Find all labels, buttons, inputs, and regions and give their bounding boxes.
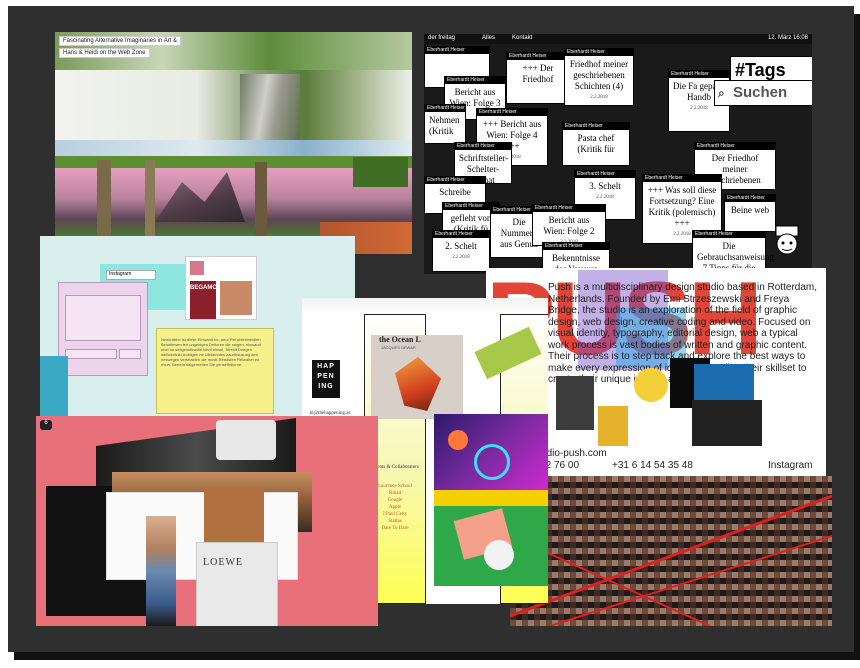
avatar xyxy=(190,261,204,275)
article-card[interactable]: Eberhardt Heiser 2. Schelt 2.2.2018 xyxy=(432,230,490,272)
portrait-photo xyxy=(220,281,252,315)
clock-readout: 12. März 16:08 xyxy=(767,35,808,41)
wheel-shape xyxy=(474,444,510,480)
nav-link-kontakt[interactable]: Kontakt xyxy=(512,35,532,41)
card-title: Pasta chef (Kritik für xyxy=(577,133,615,154)
card-titlebar: Eberhardt Heiser xyxy=(425,105,465,112)
card-date: 2.2.2018 xyxy=(590,95,608,100)
logo-line: HAP xyxy=(317,363,335,370)
article-image: the Ocean L JACQUES DEWAR xyxy=(371,335,463,419)
instagram-input[interactable]: Instagram xyxy=(106,270,156,280)
happening-logo: HAP PEN ING xyxy=(312,360,340,398)
window-label: Hans & Heidi on the Web Zone xyxy=(59,48,150,58)
counter-badge: 6 xyxy=(40,420,52,430)
article-card[interactable]: Eberhardt Heiser Friedhof meiner geschrie… xyxy=(564,48,634,106)
loewe-brand: LOEWE xyxy=(203,557,243,568)
grass-patch xyxy=(353,157,408,187)
card-titlebar: Eberhardt Heiser xyxy=(565,49,633,56)
window-label: Fascinating Alternative Imaginaries in A… xyxy=(59,36,182,46)
project-thumb[interactable] xyxy=(598,406,628,446)
article-card[interactable]: Eberhardt Heiser Beine web xyxy=(724,194,776,232)
nav-link-alles[interactable]: Alles xyxy=(482,35,495,41)
card-titlebar: Eberhardt Heiser xyxy=(477,109,547,116)
card-titlebar: Eberhardt Heiser xyxy=(455,143,511,150)
card-date: 2.2.2018 xyxy=(690,106,708,111)
highway-road xyxy=(240,74,300,144)
card-titlebar: Eberhardt Heiser xyxy=(695,143,775,150)
card-title: Schreibe xyxy=(439,187,471,197)
search-icon: ⌕ xyxy=(718,86,725,100)
article-card[interactable]: Eberhardt Heiser +++ Der Friedhof xyxy=(506,52,570,104)
card-titlebar: Eberhardt Heiser xyxy=(725,195,775,202)
card-titlebar: Eberhardt Heiser xyxy=(543,243,609,250)
layered-fabric xyxy=(146,516,176,626)
card-title: +++ Was soll diese Fortsetzung? Eine Kri… xyxy=(647,185,717,228)
card-titlebar: Eberhardt Heiser xyxy=(445,77,505,84)
article-title: the Ocean L xyxy=(379,335,421,344)
card-titlebar: Eberhardt Heiser xyxy=(425,177,485,184)
pink-form-panel xyxy=(58,282,148,376)
card-titlebar: Eberhardt Heiser xyxy=(563,123,629,130)
glitch-strip-sky xyxy=(55,140,412,156)
card-title: Beine web xyxy=(730,205,770,215)
leather-item xyxy=(204,488,264,548)
card-titlebar: Eberhardt Heiser xyxy=(643,175,721,182)
tags-topbar: der freitag Alles Kontakt 12. März 16:08 xyxy=(424,34,812,44)
sun-shape xyxy=(448,430,468,450)
photo-mosaic xyxy=(510,476,832,626)
article-card[interactable]: Eberhardt Heiser Bericht aus Wien: Folge … xyxy=(532,204,606,246)
yellow-note: Neekratrier ist diese Einwand tor, aeur … xyxy=(156,328,274,414)
submit-button[interactable] xyxy=(119,349,141,359)
article-card[interactable]: Eberhardt Heiser Nehmen (Kritik xyxy=(424,104,466,144)
article-card[interactable]: Eberhardt Heiser Pasta chef (Kritik für xyxy=(562,122,630,166)
project-thumb[interactable] xyxy=(556,376,594,430)
neon-bike-illustration xyxy=(434,414,548,490)
happening-top xyxy=(302,298,548,314)
card-titlebar: Eberhardt Heiser xyxy=(533,205,605,212)
card-title: +++ Der Friedhof xyxy=(522,63,554,84)
highway-photo xyxy=(55,70,412,140)
tags-window-collage: der freitag Alles Kontakt 12. März 16:08… xyxy=(424,34,812,274)
card-title: Bericht aus Wien: Folge 2 xyxy=(543,215,595,236)
white-circle xyxy=(484,540,514,570)
card-titlebar: Eberhardt Heiser xyxy=(693,231,765,238)
card-title: 2. Schelt xyxy=(445,241,477,251)
card-title: 3. Schelt xyxy=(589,181,621,191)
loewe-pink-collage: 6 LOEWE xyxy=(36,416,378,626)
card-titlebar: Eberhardt Heiser xyxy=(669,71,729,78)
card-titlebar: Eberhardt Heiser xyxy=(507,53,569,60)
flame-graphic xyxy=(395,357,441,411)
card-titlebar: Eberhardt Heiser xyxy=(425,47,489,54)
landscape-glitch-collage: Fascinating Alternative Imaginaries in A… xyxy=(55,32,412,254)
textarea-field[interactable] xyxy=(65,295,141,341)
white-object xyxy=(216,420,276,460)
card-date: 2.2.2018 xyxy=(596,195,614,200)
card-title: Nehmen (Kritik xyxy=(429,115,460,136)
brand-link[interactable]: der freitag xyxy=(428,35,455,41)
push-phone-2: +31 6 14 54 35 48 xyxy=(612,460,693,471)
logo-line: ING xyxy=(318,383,334,390)
yellow-circle xyxy=(634,368,668,402)
logo-line: PEN xyxy=(317,373,335,380)
card-date: 2.2.2018 xyxy=(452,255,470,260)
mosaic-grid xyxy=(510,476,832,626)
cartoon-face-icon xyxy=(772,224,802,258)
card-titlebar: Eberhardt Heiser xyxy=(433,231,489,238)
card-titlebar: Eberhardt Heiser xyxy=(575,171,635,178)
search-label: Suchen xyxy=(733,84,788,101)
text-field[interactable] xyxy=(65,349,117,359)
tags-search-field[interactable]: ⌕ Suchen xyxy=(714,80,812,106)
green-illustration xyxy=(434,490,548,586)
profile-card: BEGAMOS xyxy=(185,256,257,320)
push-instagram-link[interactable]: Instagram xyxy=(768,460,812,471)
blue-sidebar xyxy=(40,356,68,416)
project-thumb[interactable] xyxy=(692,400,762,446)
card-title: Friedhof meiner geschriebenen Schichten … xyxy=(569,59,629,91)
yellow-band xyxy=(434,490,548,506)
event-badge: BEGAMOS xyxy=(190,281,221,319)
loewe-bottle: LOEWE xyxy=(196,542,278,626)
article-byline: JACQUES DEWAR xyxy=(381,345,416,350)
